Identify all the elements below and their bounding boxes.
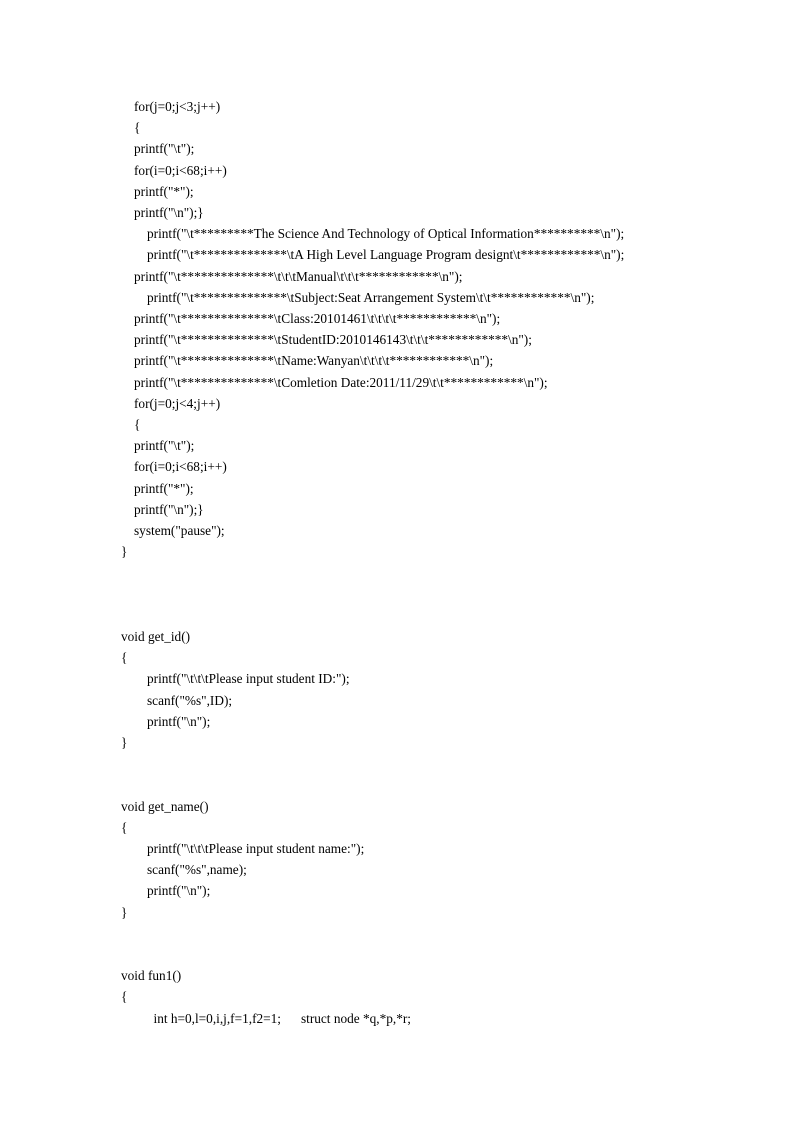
- code-line: }: [121, 904, 128, 920]
- fun1-function-block: void fun1() { int h=0,l=0,i,j,f=1,f2=1; st…: [121, 965, 674, 1029]
- code-line: printf("\t**************\t\t\tManual\t\t…: [134, 268, 463, 284]
- code-line: for(i=0;i<68;i++): [134, 459, 227, 475]
- code-line: void get_id(): [121, 629, 191, 645]
- code-line: printf("\t**************\tClass:20101461…: [134, 311, 501, 327]
- code-line-wrapped: printf("\t*********The Science And Techn…: [147, 226, 625, 242]
- code-line: printf("*");: [134, 183, 194, 199]
- code-line: {: [121, 989, 128, 1005]
- code-line-wrapped: printf("\t**************\tA High Level L…: [147, 247, 625, 263]
- code-line: scanf("%s",ID);: [147, 692, 233, 708]
- code-line: {: [134, 417, 141, 433]
- code-line: printf("\t");: [134, 438, 195, 454]
- code-line: {: [121, 650, 128, 666]
- document-page: for(j=0;j<3;j++) { printf("\t"); for(i=0;i<…: [0, 0, 794, 1123]
- code-line: for(i=0;i<68;i++): [134, 162, 227, 178]
- menu-banner-block: for(j=0;j<3;j++) { printf("\t"); for(i=0;i<…: [121, 96, 674, 562]
- code-line: printf("\t**************\tStudentID:2010…: [134, 332, 532, 348]
- get-id-function-block: void get_id() { printf("\t\t\tPlease input…: [121, 626, 674, 753]
- code-line: for(j=0;j<3;j++): [134, 99, 221, 114]
- gap-after-menu-block: [121, 562, 674, 626]
- code-line: {: [134, 120, 141, 136]
- code-line: printf("\t\t\tPlease input student name:…: [147, 841, 365, 857]
- code-line: }: [121, 544, 128, 560]
- code-line: printf("*");: [134, 480, 194, 496]
- code-line: printf("\t**************\tComletion Date…: [134, 374, 548, 390]
- code-line: printf("\t**************\tName:Wanyan\t\…: [134, 353, 494, 369]
- code-line: printf("\n");: [147, 883, 211, 899]
- code-line-wrapped: printf("\t**************\tSubject:Seat A…: [147, 289, 595, 305]
- code-line: void fun1(): [121, 968, 182, 984]
- code-line: system("pause");: [134, 523, 225, 539]
- code-line: void get_name(): [121, 798, 209, 814]
- code-listing: for(j=0;j<3;j++) { printf("\t"); for(i=0;i<…: [121, 96, 674, 1029]
- code-line: int h=0,l=0,i,j,f=1,f2=1; struct node *q…: [153, 1010, 412, 1026]
- code-line: scanf("%s",name);: [147, 862, 247, 878]
- code-line: printf("\n");: [147, 713, 211, 729]
- get-name-function-block: void get_name() { printf("\t\t\tPlease inp…: [121, 796, 674, 923]
- gap-after-get-id-block: [121, 753, 674, 795]
- code-line: {: [121, 819, 128, 835]
- gap-after-get-name-block: [121, 923, 674, 965]
- code-line: printf("\t\t\tPlease input student ID:")…: [147, 671, 350, 687]
- code-line: printf("\t");: [134, 141, 195, 157]
- code-line: for(j=0;j<4;j++): [134, 395, 221, 411]
- code-line: printf("\n");}: [134, 501, 204, 517]
- code-line: printf("\n");}: [134, 205, 204, 221]
- code-line: }: [121, 735, 128, 751]
